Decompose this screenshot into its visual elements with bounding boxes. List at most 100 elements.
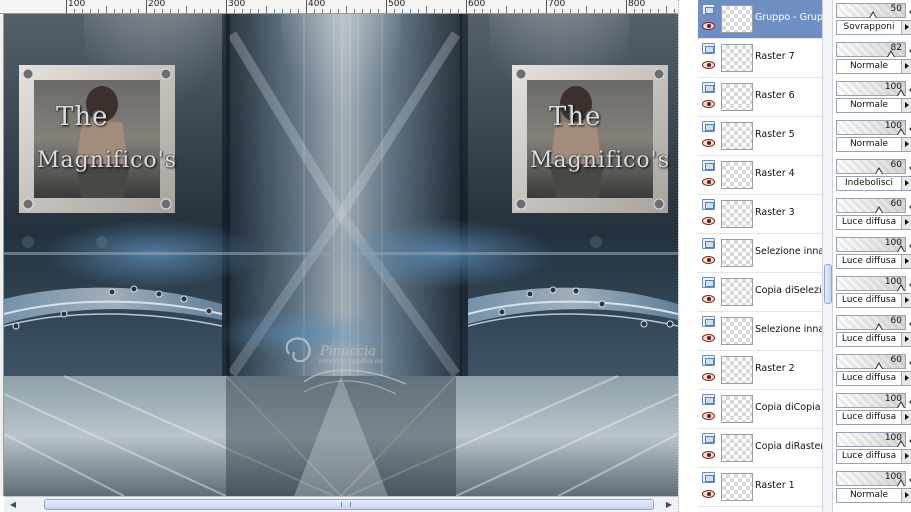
visibility-eye-icon[interactable] xyxy=(702,412,715,420)
layer-row[interactable]: Raster 2 xyxy=(698,351,824,390)
blend-mode-select[interactable]: Indebolisci xyxy=(836,176,911,191)
opacity-marker-icon[interactable] xyxy=(897,479,905,486)
layer-group-icon[interactable] xyxy=(702,472,715,483)
opacity-slider[interactable]: 60 xyxy=(836,159,906,174)
opacity-marker-icon[interactable] xyxy=(875,323,883,330)
opacity-slider[interactable]: 60 xyxy=(836,354,906,369)
layer-row[interactable]: Raster 4 xyxy=(698,156,824,195)
opacity-slider[interactable]: 60 xyxy=(836,198,906,213)
layer-thumbnail[interactable] xyxy=(721,395,753,423)
layer-row[interactable]: Selezione innalz xyxy=(698,312,824,351)
layer-thumbnail[interactable] xyxy=(721,161,753,189)
layer-group-icon[interactable] xyxy=(702,82,715,93)
layer-thumbnail[interactable] xyxy=(721,5,753,33)
layer-thumbnail[interactable] xyxy=(721,278,753,306)
opacity-slider[interactable]: 50 xyxy=(836,3,906,18)
visibility-eye-icon[interactable] xyxy=(702,217,715,225)
visibility-eye-icon[interactable] xyxy=(702,256,715,264)
opacity-slider[interactable]: 100 xyxy=(836,393,906,408)
visibility-eye-icon[interactable] xyxy=(702,334,715,342)
layer-row[interactable]: Raster 3 xyxy=(698,195,824,234)
layer-group-icon[interactable] xyxy=(702,160,715,171)
opacity-marker-icon[interactable] xyxy=(897,128,905,135)
blend-dropdown-arrow-icon[interactable] xyxy=(901,489,911,502)
opacity-slider[interactable]: 60 xyxy=(836,315,906,330)
layer-row[interactable]: Selezione innalz xyxy=(698,234,824,273)
layer-thumbnail[interactable] xyxy=(721,83,753,111)
blend-mode-select[interactable]: Luce diffusa xyxy=(836,332,911,347)
opacity-slider[interactable]: 100 xyxy=(836,471,906,486)
layer-row[interactable]: Copia diCopia d xyxy=(698,390,824,429)
visibility-eye-icon[interactable] xyxy=(702,295,715,303)
layer-row[interactable]: Copia diSelezion xyxy=(698,273,824,312)
layer-group-icon[interactable] xyxy=(702,394,715,405)
layer-thumbnail[interactable] xyxy=(721,317,753,345)
blend-dropdown-arrow-icon[interactable] xyxy=(901,99,911,112)
visibility-eye-icon[interactable] xyxy=(702,373,715,381)
layer-group-icon[interactable] xyxy=(702,238,715,249)
opacity-marker-icon[interactable] xyxy=(897,89,905,96)
opacity-slider[interactable]: 100 xyxy=(836,237,906,252)
layer-group-icon[interactable] xyxy=(702,43,715,54)
layer-row[interactable]: Gruppo - Gruppo xyxy=(698,0,824,39)
layer-group-icon[interactable] xyxy=(702,355,715,366)
layer-group-icon[interactable] xyxy=(702,4,715,15)
layer-thumbnail[interactable] xyxy=(721,44,753,72)
opacity-marker-icon[interactable] xyxy=(875,206,883,213)
layer-row[interactable]: Raster 5 xyxy=(698,117,824,156)
blend-dropdown-arrow-icon[interactable] xyxy=(901,138,911,151)
opacity-marker-icon[interactable] xyxy=(869,11,877,18)
blend-dropdown-arrow-icon[interactable] xyxy=(901,60,911,73)
blend-dropdown-arrow-icon[interactable] xyxy=(901,450,911,463)
visibility-eye-icon[interactable] xyxy=(702,451,715,459)
layer-row[interactable]: Raster 7 xyxy=(698,39,824,78)
layer-thumbnail[interactable] xyxy=(721,473,753,501)
blend-mode-select[interactable]: Normale xyxy=(836,488,911,503)
layer-row[interactable]: Copia diRaster 1 xyxy=(698,429,824,468)
blend-mode-select[interactable]: Luce diffusa xyxy=(836,215,911,230)
blend-dropdown-arrow-icon[interactable] xyxy=(901,177,911,190)
blend-mode-select[interactable]: Normale xyxy=(836,59,911,74)
visibility-eye-icon[interactable] xyxy=(702,61,715,69)
layer-thumbnail[interactable] xyxy=(721,122,753,150)
opacity-slider[interactable]: 100 xyxy=(836,120,906,135)
blend-dropdown-arrow-icon[interactable] xyxy=(901,255,911,268)
blend-mode-select[interactable]: Luce diffusa xyxy=(836,371,911,386)
blend-dropdown-arrow-icon[interactable] xyxy=(901,333,911,346)
blend-dropdown-arrow-icon[interactable] xyxy=(901,372,911,385)
opacity-slider[interactable]: 82 xyxy=(836,42,906,57)
opacity-marker-icon[interactable] xyxy=(897,401,905,408)
layers-scroll-thumb[interactable] xyxy=(824,264,832,304)
scroll-left-arrow-icon[interactable]: ◀ xyxy=(6,498,20,511)
layer-group-icon[interactable] xyxy=(702,121,715,132)
layer-group-icon[interactable] xyxy=(702,199,715,210)
layer-row[interactable]: Raster 1 xyxy=(698,468,824,507)
layer-group-icon[interactable] xyxy=(702,277,715,288)
horizontal-scrollbar[interactable]: ◀ ▶ xyxy=(4,496,678,512)
visibility-eye-icon[interactable] xyxy=(702,178,715,186)
blend-mode-select[interactable]: Luce diffusa xyxy=(836,410,911,425)
opacity-marker-icon[interactable] xyxy=(897,245,905,252)
blend-mode-select[interactable]: Luce diffusa xyxy=(836,293,911,308)
blend-mode-select[interactable]: Luce diffusa xyxy=(836,254,911,269)
layer-thumbnail[interactable] xyxy=(721,239,753,267)
visibility-eye-icon[interactable] xyxy=(702,100,715,108)
scroll-right-arrow-icon[interactable]: ▶ xyxy=(662,498,676,511)
layer-group-icon[interactable] xyxy=(702,316,715,327)
opacity-marker-icon[interactable] xyxy=(897,440,905,447)
image-canvas[interactable]: The Magnifico's The Magnifico's Pinuccia… xyxy=(4,14,678,496)
blend-mode-select[interactable]: Sovrapponi xyxy=(836,20,911,35)
blend-mode-select[interactable]: Normale xyxy=(836,98,911,113)
visibility-eye-icon[interactable] xyxy=(702,490,715,498)
blend-mode-select[interactable]: Normale xyxy=(836,137,911,152)
scroll-thumb[interactable] xyxy=(44,499,654,510)
layer-row[interactable]: Raster 6 xyxy=(698,78,824,117)
opacity-slider[interactable]: 100 xyxy=(836,81,906,96)
blend-dropdown-arrow-icon[interactable] xyxy=(901,411,911,424)
visibility-eye-icon[interactable] xyxy=(702,22,715,30)
blend-dropdown-arrow-icon[interactable] xyxy=(901,21,911,34)
opacity-slider[interactable]: 100 xyxy=(836,432,906,447)
layers-scrollbar[interactable] xyxy=(822,0,832,512)
opacity-marker-icon[interactable] xyxy=(875,362,883,369)
blend-mode-select[interactable]: Luce diffusa xyxy=(836,449,911,464)
